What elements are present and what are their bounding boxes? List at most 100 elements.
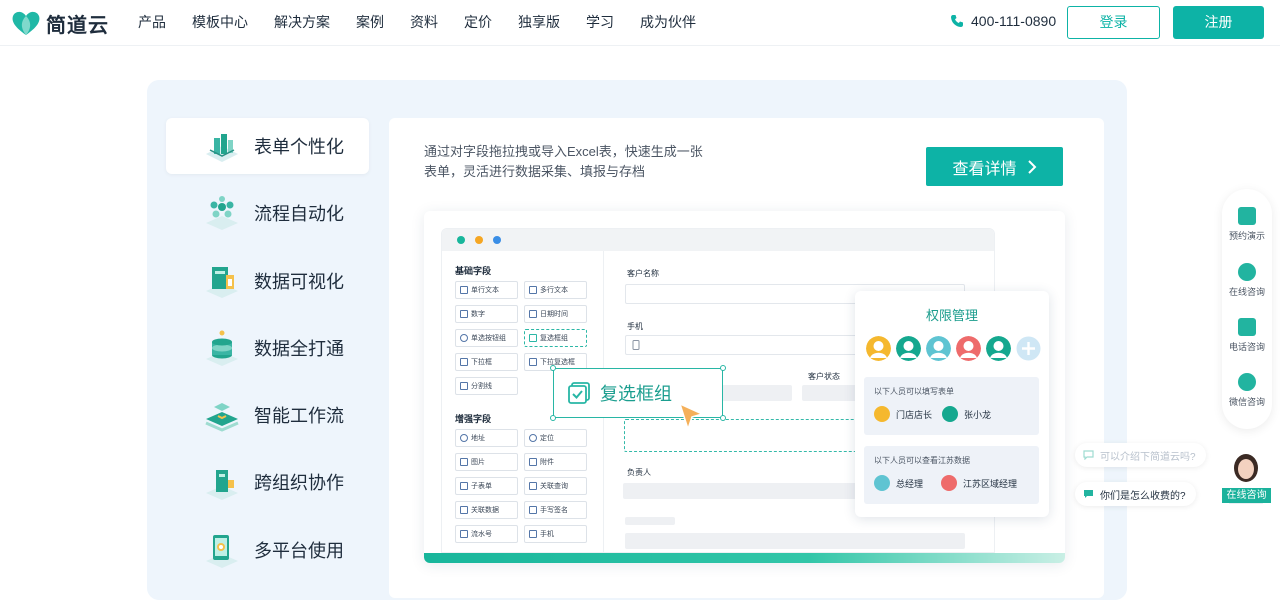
field-item[interactable]: 关联查询 bbox=[524, 477, 587, 495]
logo-icon bbox=[12, 11, 40, 35]
login-button[interactable]: 登录 bbox=[1067, 6, 1160, 39]
field-item[interactable]: 关联数据 bbox=[455, 501, 518, 519]
cursor-icon bbox=[678, 402, 704, 432]
tab-smart-flow[interactable]: 智能工作流 bbox=[166, 387, 369, 443]
checkbox-group-icon bbox=[568, 382, 590, 404]
field-item[interactable]: 流水号 bbox=[455, 525, 518, 543]
window-dot-blue bbox=[493, 236, 501, 244]
field-item[interactable]: 数字 bbox=[455, 305, 518, 323]
nav-item-cases[interactable]: 案例 bbox=[356, 0, 384, 46]
chart-icon bbox=[206, 266, 238, 298]
signup-button[interactable]: 注册 bbox=[1173, 6, 1264, 39]
tab-label: 智能工作流 bbox=[254, 406, 344, 427]
nav-item-exclusive[interactable]: 独享版 bbox=[518, 0, 560, 46]
resize-handle bbox=[550, 365, 556, 371]
avatar bbox=[874, 475, 890, 491]
tab-label: 多平台使用 bbox=[254, 540, 344, 561]
mobile-icon bbox=[632, 340, 640, 350]
avatar bbox=[874, 406, 890, 422]
avatar bbox=[866, 336, 891, 361]
illustration-base bbox=[424, 553, 1065, 563]
field-item[interactable]: 子表单 bbox=[455, 477, 518, 495]
brand-name: 简道云 bbox=[46, 14, 109, 37]
basic-fields-title: 基础字段 bbox=[455, 266, 492, 276]
tab-form[interactable]: 表单个性化 bbox=[166, 118, 369, 174]
field-item[interactable]: 分割线 bbox=[455, 377, 518, 395]
avatar bbox=[942, 406, 958, 422]
add-member-icon[interactable] bbox=[1016, 336, 1041, 361]
window-titlebar bbox=[442, 229, 994, 251]
tab-integration[interactable]: 数据全打通 bbox=[166, 320, 369, 376]
permission-group-view: 以下人员可以查看江苏数据 总经理 江苏区域经理 bbox=[864, 446, 1039, 504]
field-item[interactable]: 附件 bbox=[524, 453, 587, 471]
avatar bbox=[956, 336, 981, 361]
label-owner: 负责人 bbox=[627, 468, 651, 477]
tab-multi-platform[interactable]: 多平台使用 bbox=[166, 522, 369, 578]
permission-card: 权限管理 以下人员可以填写表单 门店店长 张小龙 以下人员可以查看江苏数据 总经… bbox=[855, 291, 1049, 517]
nav-item-resources[interactable]: 资料 bbox=[410, 0, 438, 46]
advanced-fields-title: 增强字段 bbox=[455, 414, 492, 424]
float-item-wechat[interactable]: 微信咨询 bbox=[1222, 373, 1272, 408]
nav-item-templates[interactable]: 模板中心 bbox=[192, 0, 248, 46]
multi-platform-icon bbox=[206, 534, 238, 568]
permission-title: 权限管理 bbox=[925, 308, 978, 323]
phone-icon bbox=[1238, 318, 1256, 336]
nav-item-partner[interactable]: 成为伙伴 bbox=[640, 0, 696, 46]
nav-item-pricing[interactable]: 定价 bbox=[464, 0, 492, 46]
tab-visualization[interactable]: 数据可视化 bbox=[166, 253, 369, 309]
tab-label: 数据可视化 bbox=[254, 271, 344, 292]
phone-number: 400-111-0890 bbox=[971, 13, 1057, 29]
main-menu: 产品 模板中心 解决方案 案例 资料 定价 独享版 学习 成为伙伴 bbox=[138, 0, 696, 46]
permission-person: 总经理 bbox=[874, 475, 923, 491]
message-icon bbox=[1084, 490, 1093, 498]
field-item[interactable]: 图片 bbox=[455, 453, 518, 471]
phone-contact[interactable]: 400-111-0890 bbox=[950, 13, 1056, 29]
contact-float-bar: 预约演示 在线咨询 电话咨询 微信咨询 bbox=[1222, 189, 1272, 429]
tab-label: 表单个性化 bbox=[254, 137, 344, 157]
label-phone: 手机 bbox=[627, 322, 643, 331]
field-item-active[interactable]: 复选框组 bbox=[524, 329, 587, 347]
field-item[interactable]: 手机 bbox=[524, 525, 587, 543]
tab-collaboration[interactable]: 跨组织协作 bbox=[166, 454, 369, 510]
nav-item-product[interactable]: 产品 bbox=[138, 0, 166, 46]
online-consult-label[interactable]: 在线咨询 bbox=[1222, 488, 1271, 503]
float-item-phone[interactable]: 电话咨询 bbox=[1222, 318, 1272, 353]
field-item[interactable]: 单行文本 bbox=[455, 281, 518, 299]
window-dot-green bbox=[457, 236, 465, 244]
field-item[interactable]: 日期时间 bbox=[524, 305, 587, 323]
resize-handle bbox=[720, 365, 726, 371]
tab-workflow[interactable]: 流程自动化 bbox=[166, 185, 369, 241]
feature-tabs: 表单个性化 流程自动化 数据可视化 数据全打通 智能工作流 跨组织协作 多平台使… bbox=[166, 118, 369, 589]
label-customer-status: 客户状态 bbox=[808, 372, 840, 381]
tab-label: 跨组织协作 bbox=[254, 473, 344, 494]
form-icon bbox=[206, 134, 238, 162]
field-item[interactable]: 下拉框 bbox=[455, 353, 518, 371]
field-item[interactable]: 地址 bbox=[455, 429, 518, 447]
field-item[interactable]: 手写签名 bbox=[524, 501, 587, 519]
logo[interactable]: 简道云 bbox=[10, 8, 109, 38]
chat-prompt-chip[interactable]: 可以介绍下简道云吗? bbox=[1075, 443, 1206, 467]
avatar bbox=[941, 475, 957, 491]
float-item-demo[interactable]: 预约演示 bbox=[1222, 207, 1272, 242]
permission-person: 江苏区域经理 bbox=[941, 475, 1017, 491]
float-item-online-chat[interactable]: 在线咨询 bbox=[1222, 263, 1272, 298]
view-details-button[interactable]: 查看详情 bbox=[926, 147, 1063, 186]
message-icon bbox=[1083, 450, 1094, 460]
field-item[interactable]: 多行文本 bbox=[524, 281, 587, 299]
database-icon bbox=[206, 330, 238, 366]
nav-item-learn[interactable]: 学习 bbox=[586, 0, 614, 46]
nav-item-solutions[interactable]: 解决方案 bbox=[274, 0, 330, 46]
phone-icon bbox=[951, 15, 963, 27]
placeholder-bar bbox=[722, 385, 792, 401]
feature-description: 通过对字段拖拉拽或导入Excel表，快速生成一张表单，灵活进行数据采集、填报与存… bbox=[424, 144, 703, 179]
smart-flow-icon bbox=[205, 403, 239, 432]
permission-person: 门店店长 bbox=[874, 406, 932, 422]
permission-person: 张小龙 bbox=[942, 406, 991, 422]
field-item[interactable]: 单选按钮组 bbox=[455, 329, 518, 347]
placeholder-bar bbox=[623, 483, 863, 499]
chat-prompt-chip[interactable]: 你们是怎么收费的? bbox=[1075, 482, 1196, 506]
window-dot-orange bbox=[475, 236, 483, 244]
collaboration-icon bbox=[206, 470, 238, 501]
tab-label: 数据全打通 bbox=[254, 338, 344, 359]
field-item[interactable]: 定位 bbox=[524, 429, 587, 447]
